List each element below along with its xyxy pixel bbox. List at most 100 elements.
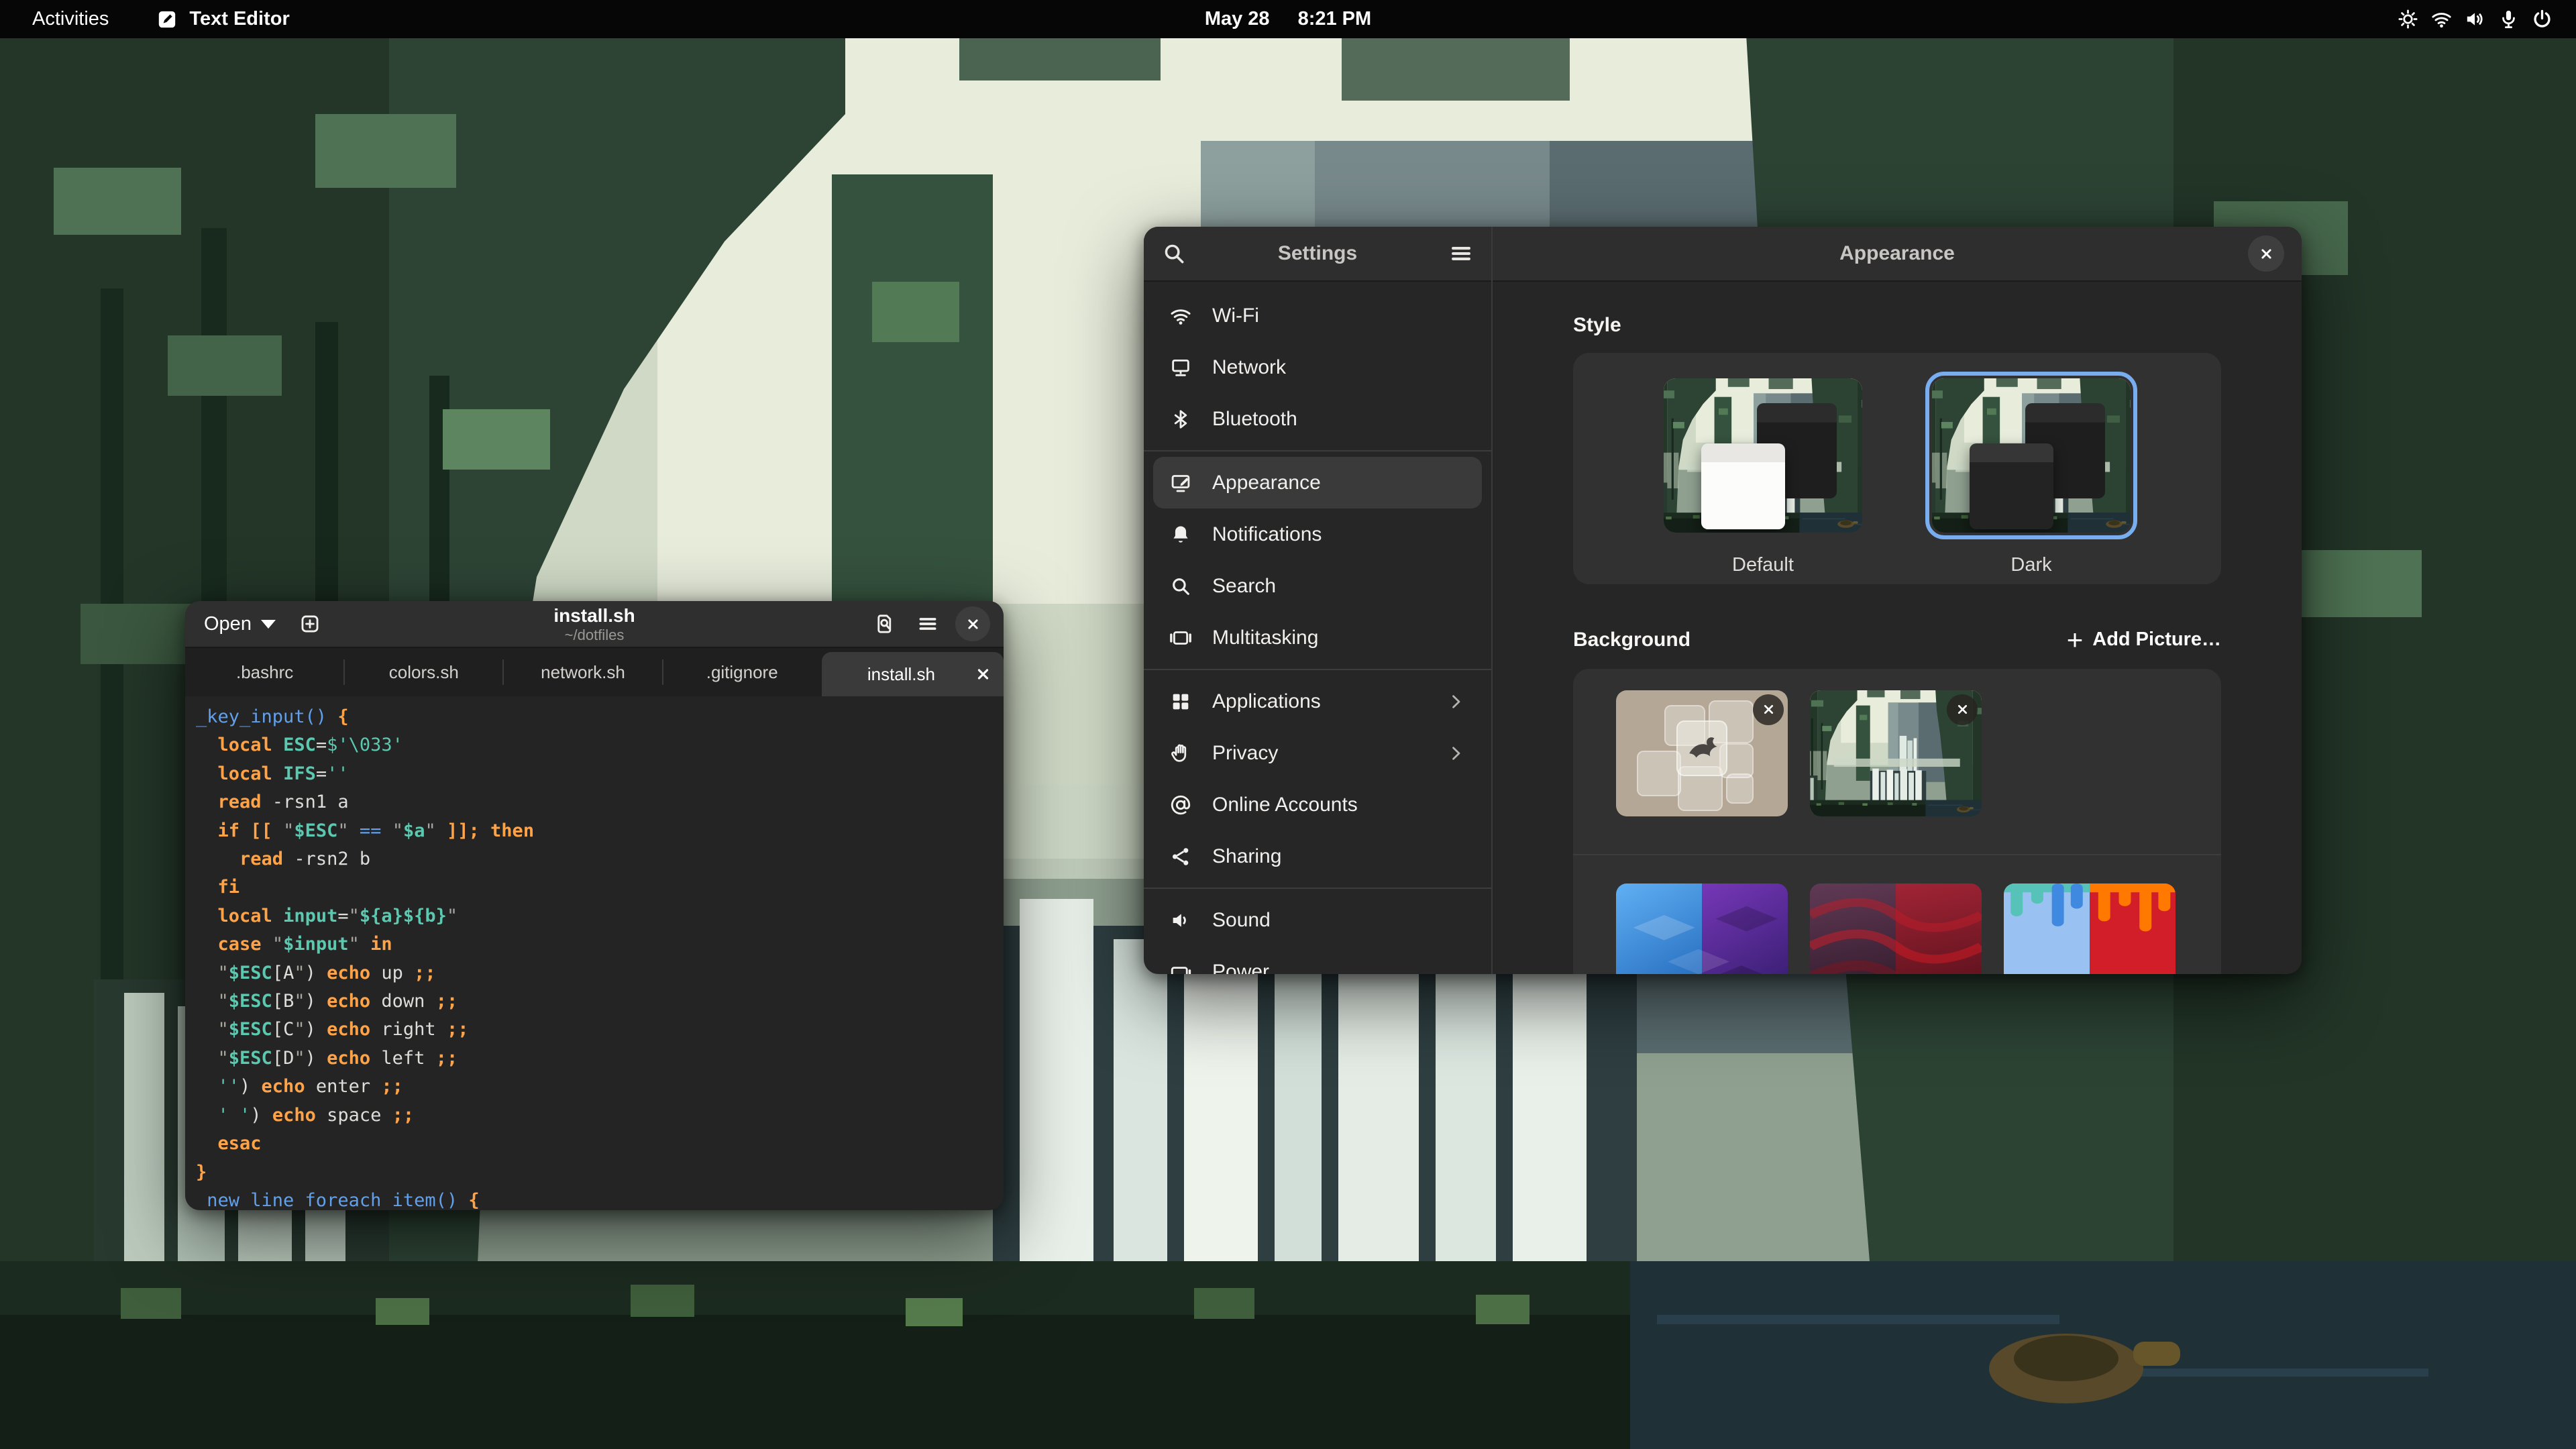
sidebar-item-sound[interactable]: Sound	[1153, 894, 1482, 946]
sidebar-item-label: Multitasking	[1212, 627, 1318, 649]
wifi-icon	[2430, 8, 2453, 30]
bell-icon	[1169, 523, 1192, 546]
style-option-dark[interactable]: Dark	[1932, 378, 2131, 584]
sidebar-item-wifi[interactable]: Wi-Fi	[1153, 290, 1482, 341]
sidebar-item-label: Sharing	[1212, 845, 1281, 868]
open-button[interactable]: Open	[199, 613, 281, 635]
tab-colors.sh[interactable]: colors.sh	[344, 648, 503, 696]
display-brightness-icon	[2397, 8, 2419, 30]
date-label: May 28	[1205, 8, 1270, 30]
document-path: ~/dotfiles	[565, 627, 625, 643]
sidebar-item-label: Wi-Fi	[1212, 305, 1259, 327]
code-line: case "$input" in	[196, 930, 1004, 959]
style-preview-default	[1664, 378, 1862, 533]
sidebar-item-label: Bluetooth	[1212, 408, 1297, 431]
activities-button[interactable]: Activities	[24, 8, 117, 30]
new-tab-button[interactable]	[294, 608, 325, 639]
time-label: 8:21 PM	[1298, 8, 1372, 30]
sidebar-item-search[interactable]: Search	[1153, 560, 1482, 612]
tab-network.sh[interactable]: network.sh	[503, 648, 662, 696]
sidebar-item-label: Sound	[1212, 909, 1271, 932]
tab-install.sh[interactable]: install.sh	[822, 652, 1004, 696]
sidebar-item-label: Network	[1212, 356, 1286, 379]
code-line: "$ESC[A") echo up ;;	[196, 959, 1004, 987]
background-thumb-glass-squares[interactable]	[1616, 690, 1788, 816]
code-line: "$ESC[B") echo down ;;	[196, 987, 1004, 1016]
tab-label: colors.sh	[389, 662, 459, 683]
bluetooth-icon	[1169, 408, 1192, 431]
style-option-label: Default	[1664, 554, 1862, 576]
sidebar-divider	[1144, 450, 1491, 451]
background-default-waves[interactable]	[1810, 883, 1982, 974]
background-divider	[1573, 854, 2221, 855]
sidebar-item-sharing[interactable]: Sharing	[1153, 830, 1482, 882]
search-icon	[1169, 575, 1192, 598]
battery-icon	[1169, 961, 1192, 975]
top-bar: Activities Text Editor May 28 8:21 PM	[0, 0, 2576, 38]
at-icon	[1169, 794, 1192, 816]
sidebar-item-network[interactable]: Network	[1153, 341, 1482, 393]
code-line: }	[196, 1159, 1004, 1187]
tab-label: network.sh	[541, 662, 625, 683]
tab-close-button[interactable]	[973, 665, 993, 684]
sidebar-item-label: Applications	[1212, 690, 1321, 713]
code-line: read -rsn2 b	[196, 845, 1004, 873]
style-heading: Style	[1573, 314, 2221, 337]
document-title: install.sh	[553, 604, 635, 627]
sidebar-item-applications[interactable]: Applications	[1153, 676, 1482, 727]
code-line: local ESC=$'\033'	[196, 731, 1004, 759]
document-search-button[interactable]	[869, 608, 900, 639]
code-line: "$ESC[C") echo right ;;	[196, 1016, 1004, 1044]
apps-icon	[1169, 690, 1192, 713]
sidebar-item-bluetooth[interactable]: Bluetooth	[1153, 393, 1482, 445]
remove-background-button[interactable]	[1947, 694, 1978, 725]
add-picture-button[interactable]: + Add Picture…	[2067, 627, 2221, 653]
focused-app-menu[interactable]: Text Editor	[156, 8, 289, 31]
multitasking-icon	[1169, 627, 1192, 649]
code-line: read -rsn1 a	[196, 788, 1004, 816]
sidebar-item-power[interactable]: Power	[1153, 946, 1482, 974]
background-default-drips[interactable]	[2004, 883, 2176, 974]
style-option-default[interactable]: Default	[1664, 378, 1862, 584]
settings-main-panel: Appearance Style Default Dark Background …	[1493, 227, 2302, 974]
network-icon	[1169, 356, 1192, 379]
background-default-row	[1616, 883, 2178, 974]
main-headerbar: Appearance	[1493, 227, 2302, 282]
sidebar-item-appearance[interactable]: Appearance	[1153, 457, 1482, 508]
sidebar-divider	[1144, 669, 1491, 670]
focused-app-name: Text Editor	[189, 8, 289, 30]
background-default-hex[interactable]	[1616, 883, 1788, 974]
editor-toolbar: Open install.sh ~/dotfiles	[185, 601, 1004, 648]
power-icon	[2531, 8, 2553, 30]
system-status-area[interactable]	[2397, 0, 2553, 38]
sidebar-title: Settings	[1144, 242, 1491, 265]
close-button[interactable]	[955, 606, 990, 641]
close-button[interactable]	[2248, 235, 2284, 272]
chevron-right-icon	[1446, 692, 1466, 712]
code-line: fi	[196, 873, 1004, 902]
page-title: Appearance	[1493, 242, 2302, 265]
code-editor[interactable]: _key_input() { local ESC=$'\033' local I…	[185, 696, 1004, 1209]
tab-strip: .bashrc colors.sh network.sh .gitignore inst…	[185, 648, 1004, 696]
search-icon[interactable]	[1161, 241, 1187, 266]
tab-.gitignore[interactable]: .gitignore	[663, 648, 822, 696]
sidebar-item-privacy[interactable]: Privacy	[1153, 727, 1482, 779]
tab-label: .gitignore	[706, 662, 778, 683]
sidebar-item-multitasking[interactable]: Multitasking	[1153, 612, 1482, 663]
main-menu-icon[interactable]	[1448, 241, 1474, 266]
sidebar-item-label: Search	[1212, 575, 1276, 598]
code-line: _new_line_foreach_item() {	[196, 1187, 1004, 1209]
remove-background-button[interactable]	[1753, 694, 1784, 725]
sidebar-item-notifications[interactable]: Notifications	[1153, 508, 1482, 560]
tab-.bashrc[interactable]: .bashrc	[185, 648, 344, 696]
clock[interactable]: May 28 8:21 PM	[1205, 8, 1371, 30]
volume-icon	[2464, 8, 2486, 30]
background-heading-row: Background + Add Picture…	[1573, 627, 2221, 653]
background-card	[1573, 669, 2221, 974]
background-thumb-forest[interactable]	[1810, 690, 1982, 816]
tab-label: .bashrc	[236, 662, 293, 683]
main-menu-button[interactable]	[912, 608, 943, 639]
sidebar-item-label: Power	[1212, 961, 1269, 975]
add-picture-label: Add Picture…	[2092, 629, 2221, 651]
sidebar-item-online-accounts[interactable]: Online Accounts	[1153, 779, 1482, 830]
